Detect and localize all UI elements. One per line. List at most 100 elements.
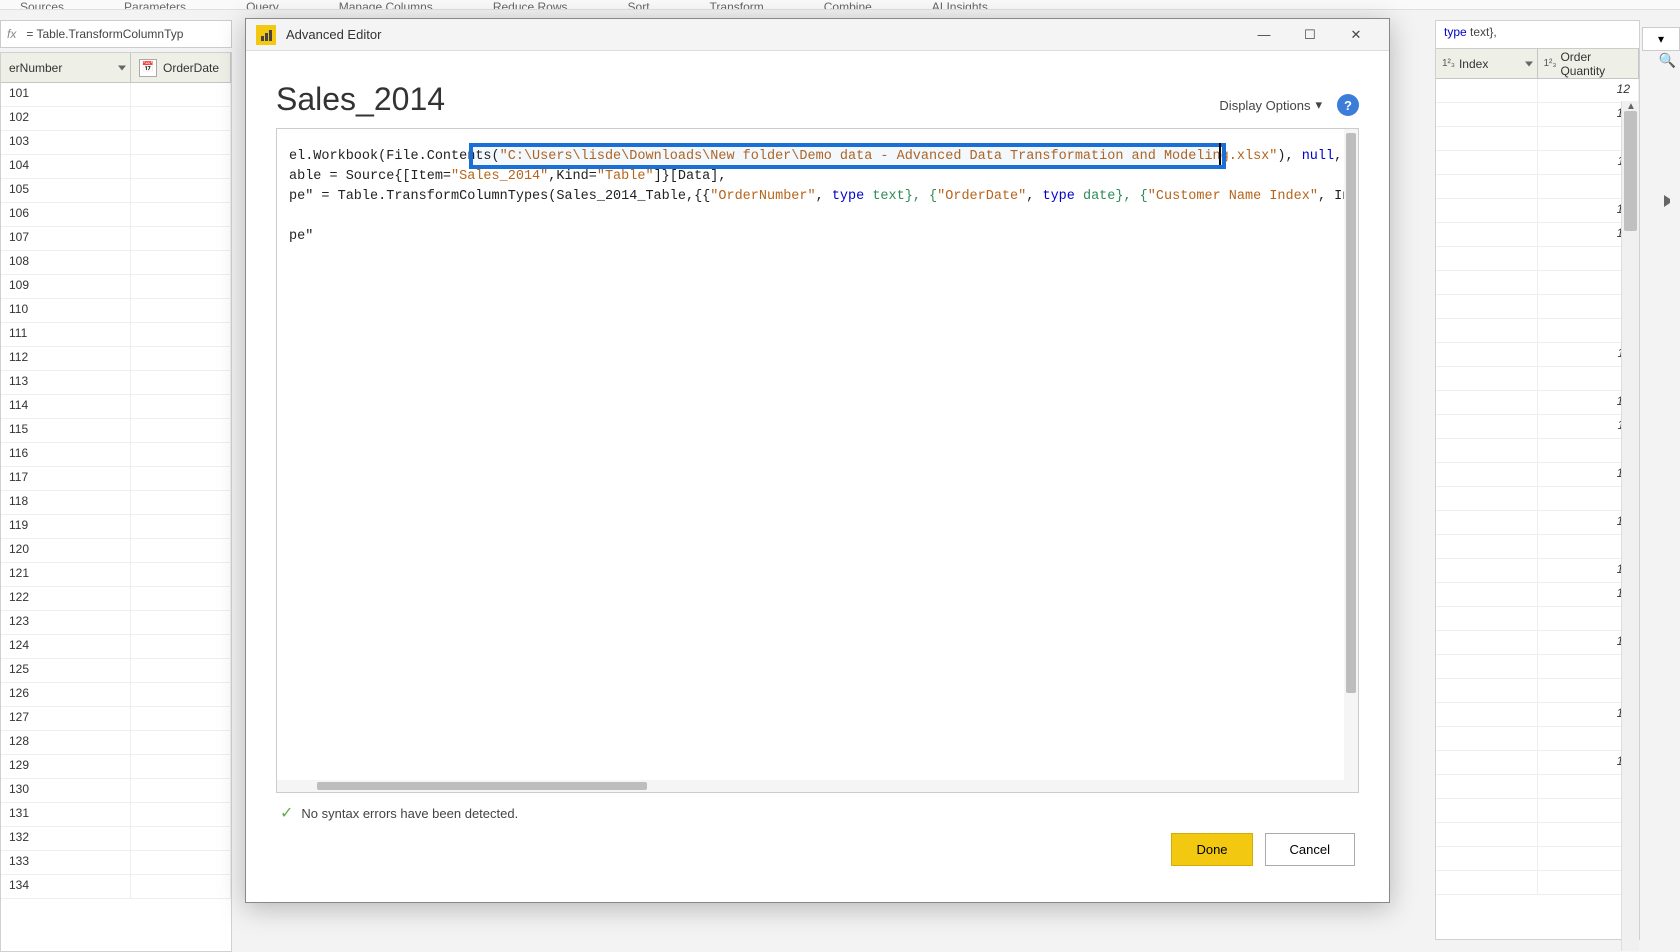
table-row[interactable]: 107: [1, 227, 231, 251]
scroll-thumb[interactable]: [1346, 133, 1356, 693]
search-icon[interactable]: 🔍: [1659, 52, 1676, 69]
done-button[interactable]: Done: [1171, 833, 1252, 866]
table-row[interactable]: 127: [1, 707, 231, 731]
editor-horizontal-scrollbar[interactable]: [277, 780, 1344, 792]
table-row[interactable]: 9: [1436, 439, 1639, 463]
table-row[interactable]: 123: [1, 611, 231, 635]
table-row[interactable]: 11: [1436, 151, 1639, 175]
table-row[interactable]: 122: [1, 587, 231, 611]
table-row[interactable]: 120: [1, 539, 231, 563]
table-row[interactable]: 4: [1436, 799, 1639, 823]
table-row[interactable]: 101: [1, 83, 231, 107]
table-row[interactable]: 106: [1, 203, 231, 227]
formula-bar[interactable]: fx = Table.TransformColumnTyp: [0, 20, 232, 48]
column-order-quantity[interactable]: 1²₃ Order Quantity: [1538, 49, 1640, 78]
table-row[interactable]: 104: [1, 155, 231, 179]
table-row[interactable]: 111: [1, 323, 231, 347]
table-row[interactable]: 126: [1, 683, 231, 707]
ribbon-transform[interactable]: Transform: [710, 0, 764, 10]
chevron-down-icon[interactable]: [1525, 61, 1533, 66]
close-button[interactable]: ✕: [1333, 20, 1379, 50]
table-row[interactable]: 12: [1436, 79, 1639, 103]
table-row[interactable]: 7: [1436, 247, 1639, 271]
table-row[interactable]: 116: [1, 443, 231, 467]
table-row[interactable]: 15: [1436, 559, 1639, 583]
table-row[interactable]: 8: [1436, 871, 1639, 895]
scroll-thumb[interactable]: [317, 782, 647, 790]
ribbon-parameters[interactable]: Parameters: [124, 0, 186, 10]
table-row[interactable]: 10: [1436, 583, 1639, 607]
table-row[interactable]: 15: [1436, 463, 1639, 487]
table-row[interactable]: 7: [1436, 727, 1639, 751]
table-row[interactable]: 4: [1436, 679, 1639, 703]
expand-button[interactable]: ▾: [1642, 27, 1680, 51]
table-row[interactable]: 124: [1, 635, 231, 659]
ribbon-reduce-rows[interactable]: Reduce Rows: [493, 0, 568, 10]
table-row[interactable]: 12: [1436, 751, 1639, 775]
vertical-scrollbar[interactable]: ▲: [1621, 101, 1639, 951]
ribbon-sources[interactable]: Sources: [20, 0, 64, 10]
table-row[interactable]: 7: [1436, 295, 1639, 319]
table-row[interactable]: 4: [1436, 487, 1639, 511]
scroll-thumb[interactable]: [1624, 111, 1637, 231]
table-row[interactable]: 9: [1436, 535, 1639, 559]
table-row[interactable]: 13: [1436, 703, 1639, 727]
table-row[interactable]: 13: [1436, 103, 1639, 127]
table-row[interactable]: 9: [1436, 655, 1639, 679]
table-row[interactable]: 5: [1436, 367, 1639, 391]
table-row[interactable]: 6: [1436, 319, 1639, 343]
table-row[interactable]: 130: [1, 779, 231, 803]
table-row[interactable]: 109: [1, 275, 231, 299]
table-row[interactable]: 102: [1, 107, 231, 131]
column-ordernumber[interactable]: erNumber: [1, 53, 131, 82]
table-row[interactable]: 125: [1, 659, 231, 683]
table-row[interactable]: 117: [1, 467, 231, 491]
table-row[interactable]: 15: [1436, 511, 1639, 535]
help-button[interactable]: ?: [1337, 94, 1359, 116]
table-row[interactable]: 14: [1436, 631, 1639, 655]
collapse-pane-icon[interactable]: [1664, 195, 1676, 207]
table-row[interactable]: 119: [1, 515, 231, 539]
table-row[interactable]: 12: [1436, 223, 1639, 247]
table-row[interactable]: 128: [1, 731, 231, 755]
column-index[interactable]: 1²₃ Index: [1436, 49, 1538, 78]
code-editor[interactable]: el.Workbook(File.Contents("C:\Users\lisd…: [276, 128, 1359, 793]
editor-vertical-scrollbar[interactable]: [1344, 129, 1358, 792]
table-row[interactable]: 103: [1, 131, 231, 155]
ribbon-manage-columns[interactable]: Manage Columns: [339, 0, 433, 10]
table-row[interactable]: 112: [1, 347, 231, 371]
minimize-button[interactable]: —: [1241, 20, 1287, 50]
ribbon-ai-insights[interactable]: AI Insights: [932, 0, 988, 10]
cancel-button[interactable]: Cancel: [1265, 833, 1355, 866]
table-row[interactable]: 11: [1436, 343, 1639, 367]
table-row[interactable]: 121: [1, 563, 231, 587]
ribbon-query[interactable]: Query: [246, 0, 279, 10]
table-row[interactable]: 132: [1, 827, 231, 851]
table-row[interactable]: 9: [1436, 847, 1639, 871]
table-row[interactable]: 13: [1436, 199, 1639, 223]
chevron-down-icon[interactable]: [118, 65, 126, 70]
table-row[interactable]: 114: [1, 395, 231, 419]
ribbon-sort[interactable]: Sort: [628, 0, 650, 10]
table-row[interactable]: 5: [1436, 127, 1639, 151]
table-row[interactable]: 113: [1, 371, 231, 395]
table-row[interactable]: 12: [1436, 391, 1639, 415]
table-row[interactable]: 6: [1436, 823, 1639, 847]
table-row[interactable]: 9: [1436, 607, 1639, 631]
table-row[interactable]: 7: [1436, 775, 1639, 799]
table-row[interactable]: 108: [1, 251, 231, 275]
display-options-dropdown[interactable]: Display Options ▾: [1219, 97, 1322, 113]
table-row[interactable]: 134: [1, 875, 231, 899]
table-row[interactable]: 105: [1, 179, 231, 203]
table-row[interactable]: 11: [1436, 415, 1639, 439]
column-orderdate[interactable]: 📅 OrderDate: [131, 53, 231, 82]
table-row[interactable]: 2: [1436, 271, 1639, 295]
table-row[interactable]: 133: [1, 851, 231, 875]
table-row[interactable]: 129: [1, 755, 231, 779]
table-row[interactable]: 7: [1436, 175, 1639, 199]
table-row[interactable]: 131: [1, 803, 231, 827]
table-row[interactable]: 118: [1, 491, 231, 515]
ribbon-combine[interactable]: Combine: [824, 0, 872, 10]
maximize-button[interactable]: ☐: [1287, 20, 1333, 50]
table-row[interactable]: 115: [1, 419, 231, 443]
